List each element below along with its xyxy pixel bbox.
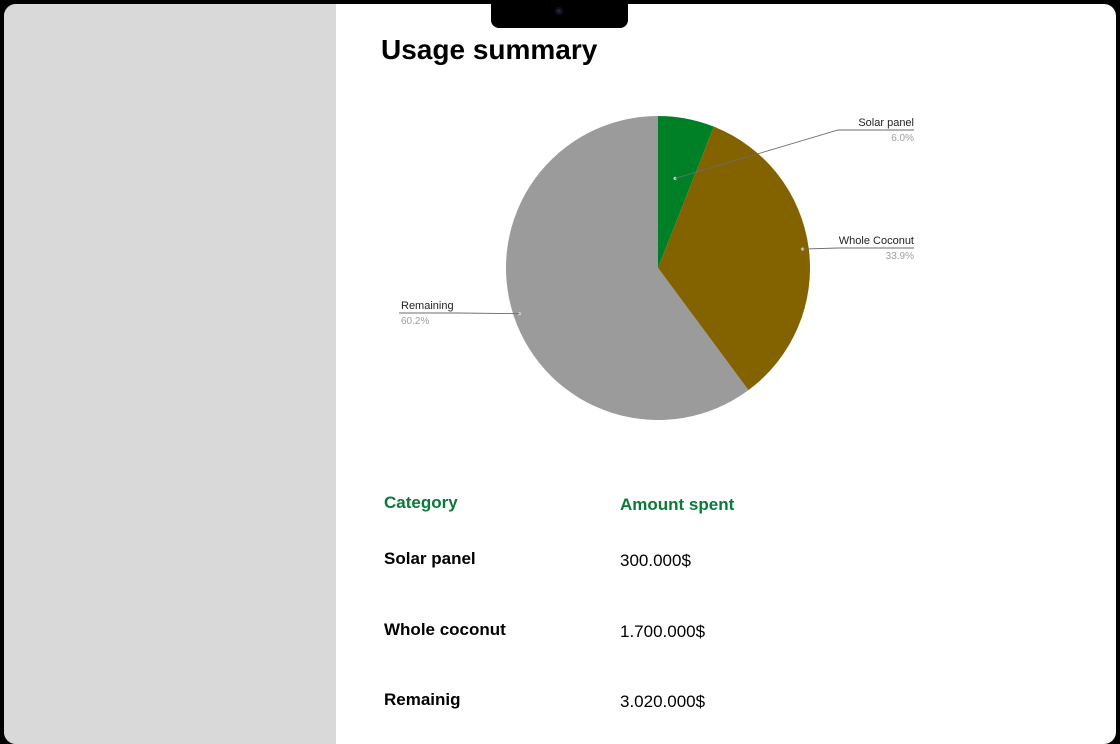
pie-percent-1: 33.9% <box>886 251 914 262</box>
usage-pie-chart: Solar panel 6.0% Whole Coconut 33.9% Remaini… <box>399 116 914 420</box>
pie-label-0: Solar panel <box>858 117 914 129</box>
pie-label-2: Remaining <box>401 300 454 312</box>
pie-label-1: Whole Coconut <box>839 235 914 247</box>
pie-percent-0: 6.0% <box>891 133 914 144</box>
table-row-2-amount: 3.020.000$ <box>620 692 706 711</box>
column-header-category: Category <box>384 493 458 512</box>
pie-percent-2: 60.2% <box>401 316 429 327</box>
table-row-0-amount: 300.000$ <box>620 551 691 570</box>
table-row-0-category: Solar panel <box>384 549 476 568</box>
device-screen: Usage summary Solar panel 6.0% Whole Cocon… <box>4 4 1116 744</box>
pie-leader-line-2 <box>399 312 520 315</box>
pie-leader-line-1 <box>802 247 914 250</box>
table-row-2-category: Remainig <box>384 690 461 709</box>
table-row-1-category: Whole coconut <box>384 620 506 639</box>
column-header-amount: Amount spent <box>620 495 735 514</box>
table-row-1-amount: 1.700.000$ <box>620 622 706 641</box>
